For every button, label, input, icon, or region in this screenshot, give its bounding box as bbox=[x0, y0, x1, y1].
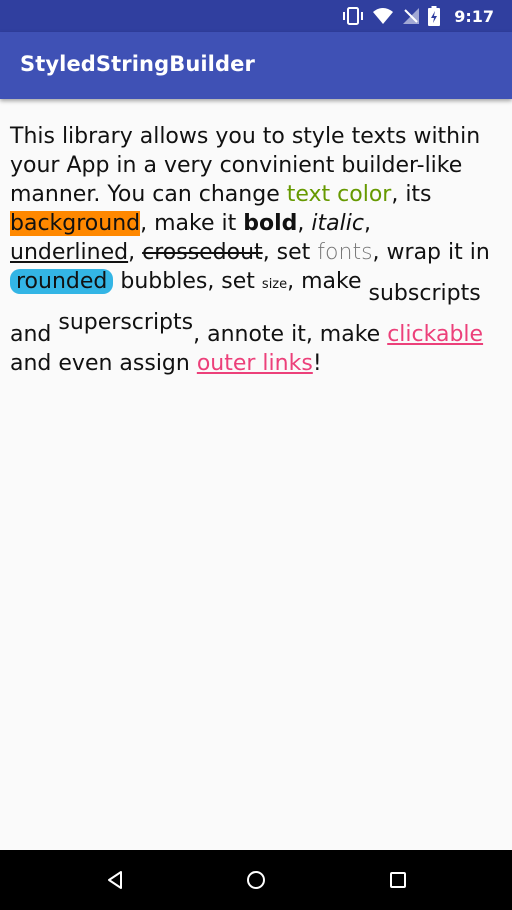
text-segment: , bbox=[128, 240, 143, 265]
app-title: StyledStringBuilder bbox=[20, 52, 255, 76]
text-segment: , make bbox=[287, 269, 369, 294]
text-color-span: text color bbox=[286, 182, 392, 207]
bold-span: bold bbox=[243, 211, 298, 236]
home-icon[interactable] bbox=[245, 869, 267, 891]
text-segment: , make it bbox=[140, 211, 244, 236]
crossedout-span: crossedout bbox=[142, 240, 263, 265]
text-segment: and even assign bbox=[10, 351, 197, 376]
wifi-icon bbox=[373, 8, 394, 24]
text-segment: , bbox=[363, 211, 371, 236]
clickable-link[interactable]: clickable bbox=[387, 322, 483, 347]
outer-links-link[interactable]: outer links bbox=[197, 351, 313, 376]
background-span: background bbox=[10, 211, 141, 236]
recents-icon[interactable] bbox=[387, 869, 409, 891]
text-segment: bubbles, set bbox=[113, 269, 262, 294]
superscript-span: superscripts bbox=[58, 310, 194, 335]
status-bar: 9:17 bbox=[0, 0, 512, 32]
battery-icon bbox=[428, 6, 441, 26]
underline-span: underlined bbox=[10, 240, 129, 265]
text-segment: and bbox=[10, 322, 59, 347]
navigation-bar bbox=[0, 850, 512, 910]
styled-text: This library allows you to style texts w… bbox=[10, 122, 495, 378]
status-time: 9:17 bbox=[454, 6, 494, 26]
status-icons: 9:17 bbox=[342, 0, 494, 32]
app-bar: StyledStringBuilder bbox=[0, 32, 512, 99]
text-segment: ! bbox=[312, 351, 322, 376]
text-segment: , its bbox=[391, 182, 432, 207]
text-segment: , set bbox=[262, 240, 318, 265]
vibrate-icon bbox=[343, 7, 364, 25]
signal-icon bbox=[403, 8, 420, 24]
text-segment: , annote it, make bbox=[193, 322, 388, 347]
font-span: fonts bbox=[317, 240, 373, 265]
size-span: size bbox=[261, 277, 288, 292]
subscript-span: subscripts bbox=[368, 281, 481, 306]
text-segment: , bbox=[297, 211, 312, 236]
rounded-bubble-span: rounded bbox=[10, 269, 114, 294]
text-segment: , wrap it in bbox=[372, 240, 490, 265]
back-icon[interactable] bbox=[104, 869, 126, 891]
italic-span: italic bbox=[311, 211, 364, 236]
